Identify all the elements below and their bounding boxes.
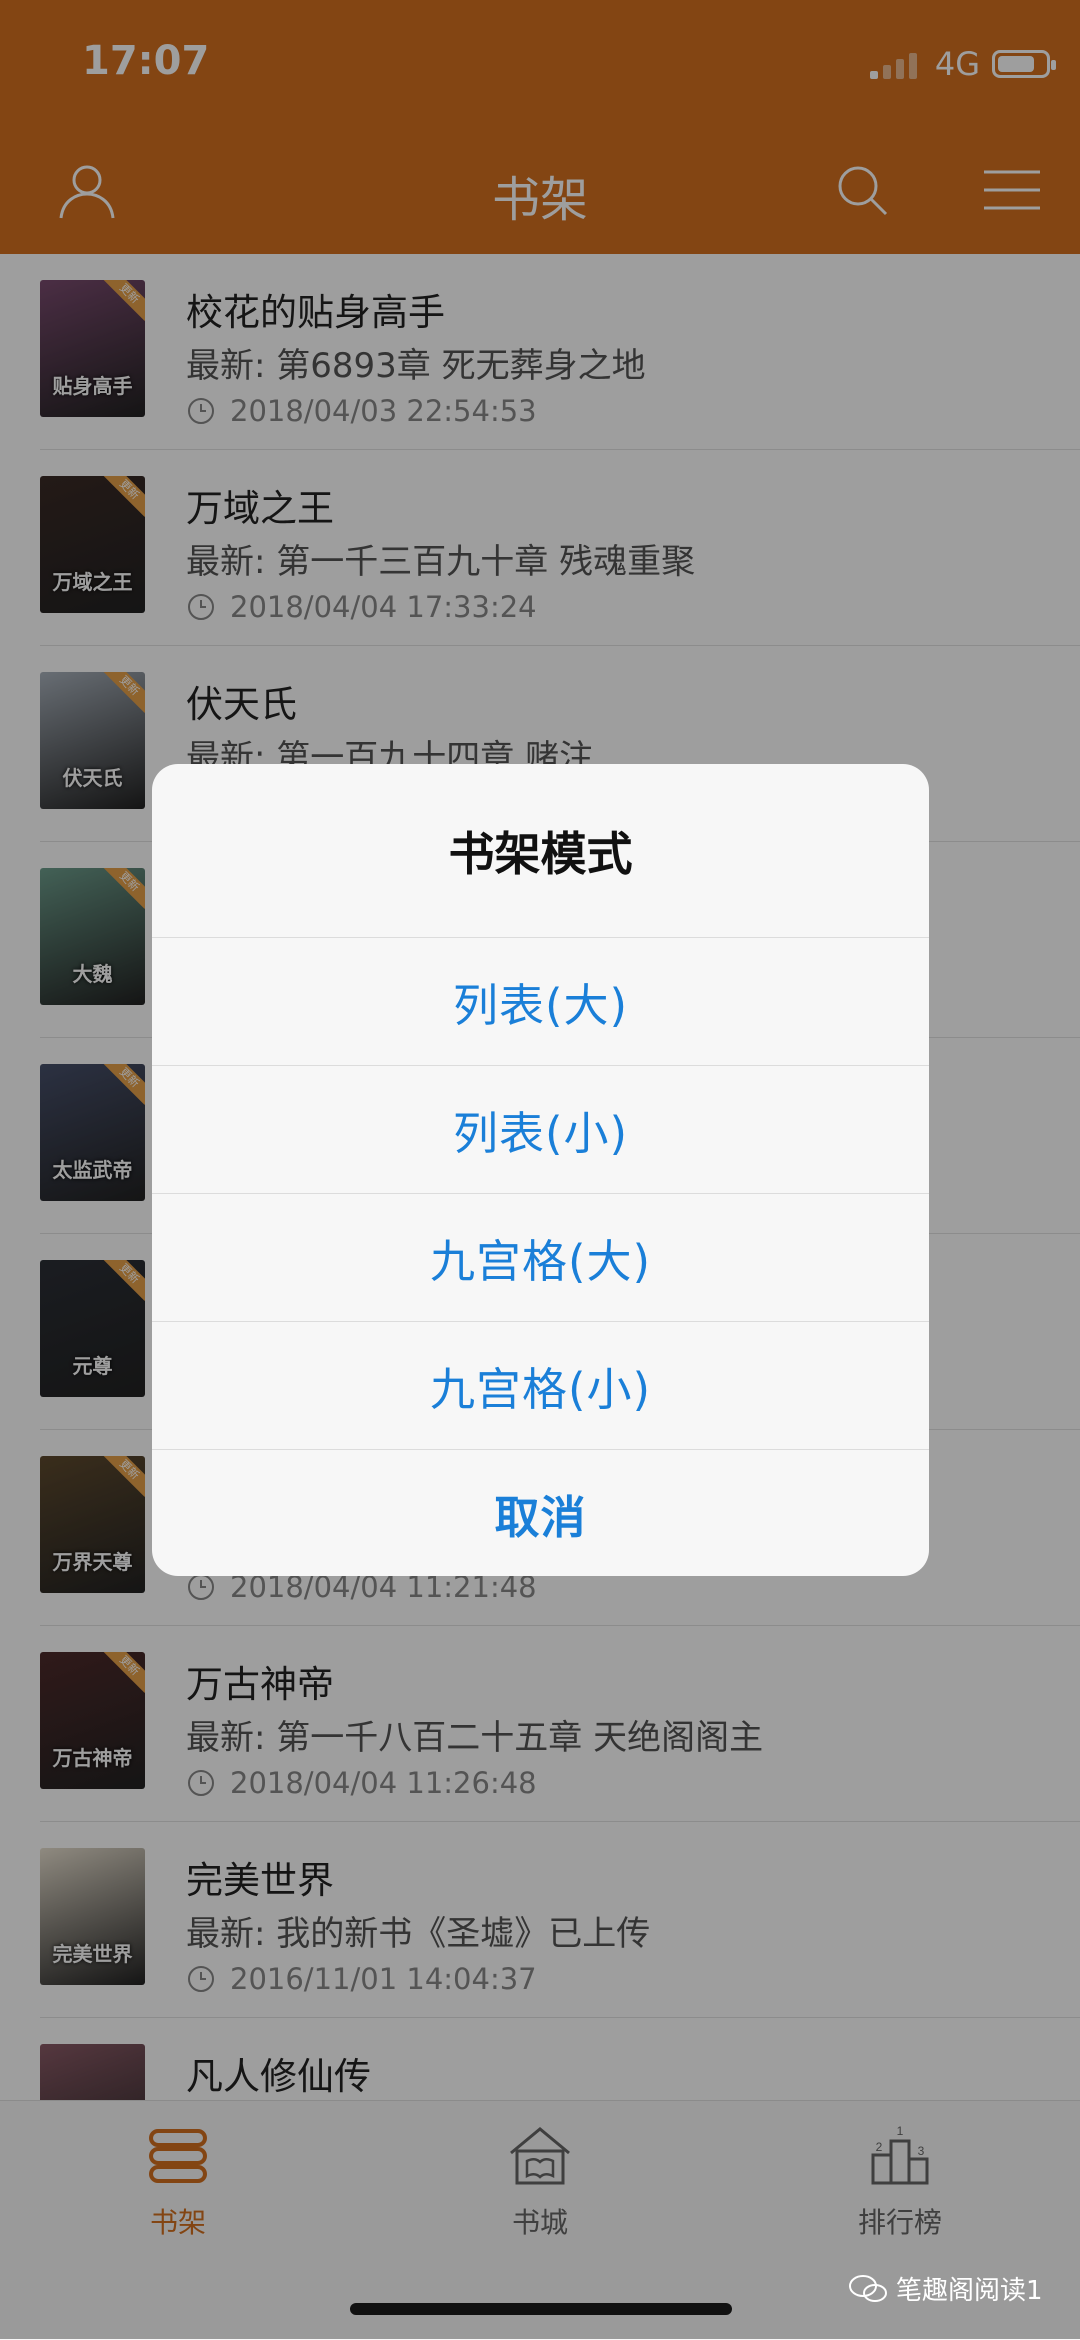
cancel-button[interactable]: 取消 xyxy=(152,1450,929,1576)
home-indicator[interactable] xyxy=(350,2303,732,2315)
option-list-small[interactable]: 列表(小) xyxy=(152,1066,929,1194)
dialog-title: 书架模式 xyxy=(152,764,929,938)
watermark: 笔趣阁阅读1 xyxy=(848,2270,1043,2307)
option-list-large[interactable]: 列表(大) xyxy=(152,938,929,1066)
option-grid-large[interactable]: 九宫格(大) xyxy=(152,1194,929,1322)
option-grid-small[interactable]: 九宫格(小) xyxy=(152,1322,929,1450)
shelf-mode-dialog: 书架模式 列表(大) 列表(小) 九宫格(大) 九宫格(小) 取消 xyxy=(152,764,929,1576)
wechat-icon xyxy=(849,2274,887,2302)
watermark-text: 笔趣阁阅读1 xyxy=(896,2276,1043,2306)
